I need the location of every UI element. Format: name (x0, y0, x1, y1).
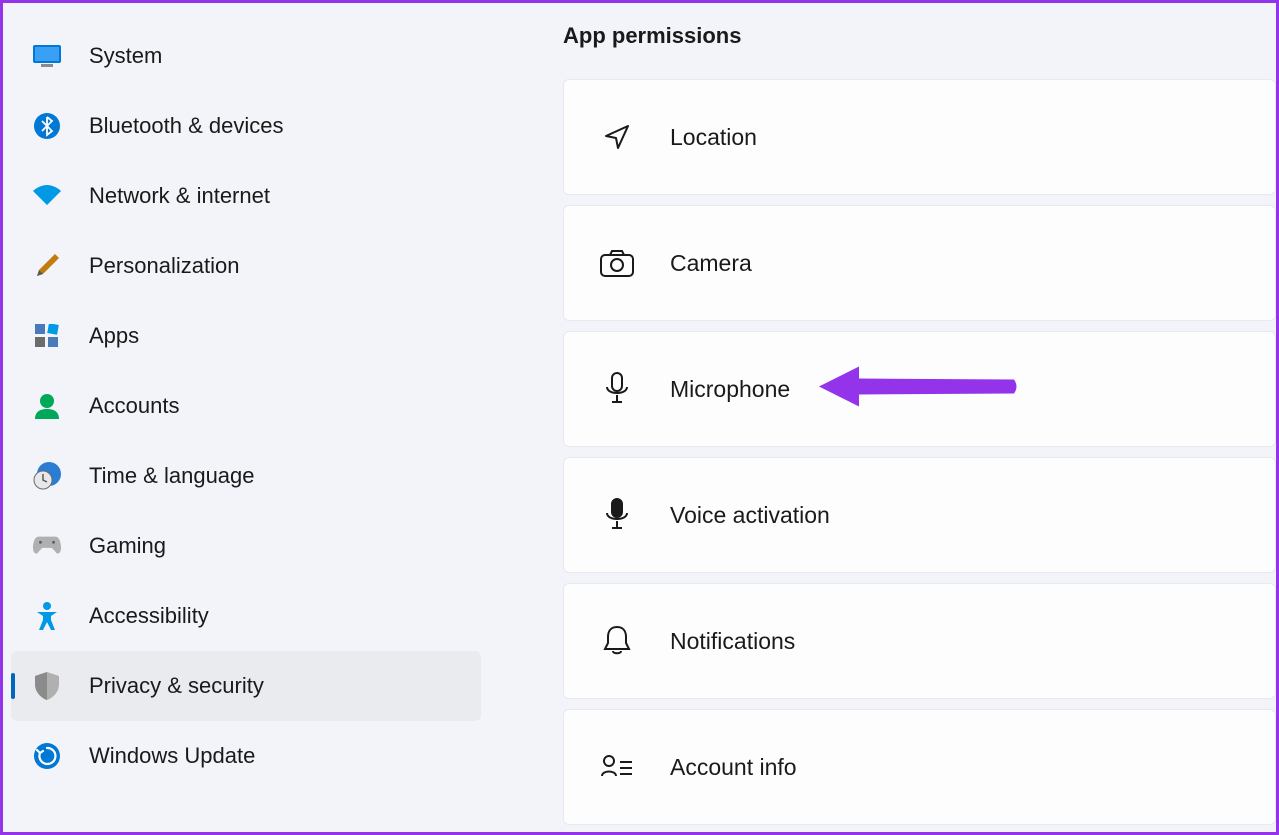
sidebar-item-bluetooth[interactable]: Bluetooth & devices (11, 91, 481, 161)
sidebar-item-label: Privacy & security (89, 673, 264, 699)
camera-icon (600, 246, 634, 280)
sidebar-item-label: Apps (89, 323, 139, 349)
highlight-arrow-icon (819, 362, 1019, 417)
settings-sidebar: System Bluetooth & devices Network & int… (3, 3, 489, 832)
sidebar-item-accessibility[interactable]: Accessibility (11, 581, 481, 651)
sidebar-item-personalization[interactable]: Personalization (11, 231, 481, 301)
apps-icon (33, 322, 61, 350)
microphone-icon (600, 372, 634, 406)
sidebar-item-accounts[interactable]: Accounts (11, 371, 481, 441)
permission-label: Account info (670, 754, 797, 781)
permission-label: Microphone (670, 376, 790, 403)
sidebar-item-label: Bluetooth & devices (89, 113, 283, 139)
permission-item-voice[interactable]: Voice activation (563, 457, 1276, 573)
permission-label: Notifications (670, 628, 795, 655)
sidebar-item-label: System (89, 43, 162, 69)
permission-label: Voice activation (670, 502, 830, 529)
sidebar-item-apps[interactable]: Apps (11, 301, 481, 371)
bluetooth-icon (33, 112, 61, 140)
sidebar-item-time[interactable]: Time & language (11, 441, 481, 511)
accounts-icon (33, 392, 61, 420)
account-info-icon (600, 750, 634, 784)
sidebar-item-update[interactable]: Windows Update (11, 721, 481, 791)
sidebar-item-label: Network & internet (89, 183, 270, 209)
permission-item-notifications[interactable]: Notifications (563, 583, 1276, 699)
sidebar-item-label: Accessibility (89, 603, 209, 629)
permission-label: Camera (670, 250, 752, 277)
permission-item-camera[interactable]: Camera (563, 205, 1276, 321)
sidebar-item-label: Accounts (89, 393, 180, 419)
update-icon (33, 742, 61, 770)
permission-item-location[interactable]: Location (563, 79, 1276, 195)
sidebar-item-privacy[interactable]: Privacy & security (11, 651, 481, 721)
main-content: App permissions Location Camera Micropho… (489, 3, 1276, 832)
gaming-icon (33, 532, 61, 560)
permission-item-microphone[interactable]: Microphone (563, 331, 1276, 447)
permission-label: Location (670, 124, 757, 151)
time-icon (33, 462, 61, 490)
sidebar-item-label: Personalization (89, 253, 239, 279)
system-icon (33, 42, 61, 70)
voice-activation-icon (600, 498, 634, 532)
privacy-icon (33, 672, 61, 700)
sidebar-item-system[interactable]: System (11, 21, 481, 91)
permissions-list: Location Camera Microphone Voice activat… (563, 79, 1276, 825)
notifications-icon (600, 624, 634, 658)
sidebar-item-label: Time & language (89, 463, 255, 489)
sidebar-item-network[interactable]: Network & internet (11, 161, 481, 231)
personalization-icon (33, 252, 61, 280)
sidebar-item-label: Gaming (89, 533, 166, 559)
sidebar-item-label: Windows Update (89, 743, 255, 769)
permission-item-accountinfo[interactable]: Account info (563, 709, 1276, 825)
section-title: App permissions (563, 23, 1276, 49)
network-icon (33, 182, 61, 210)
accessibility-icon (33, 602, 61, 630)
location-icon (600, 120, 634, 154)
sidebar-item-gaming[interactable]: Gaming (11, 511, 481, 581)
